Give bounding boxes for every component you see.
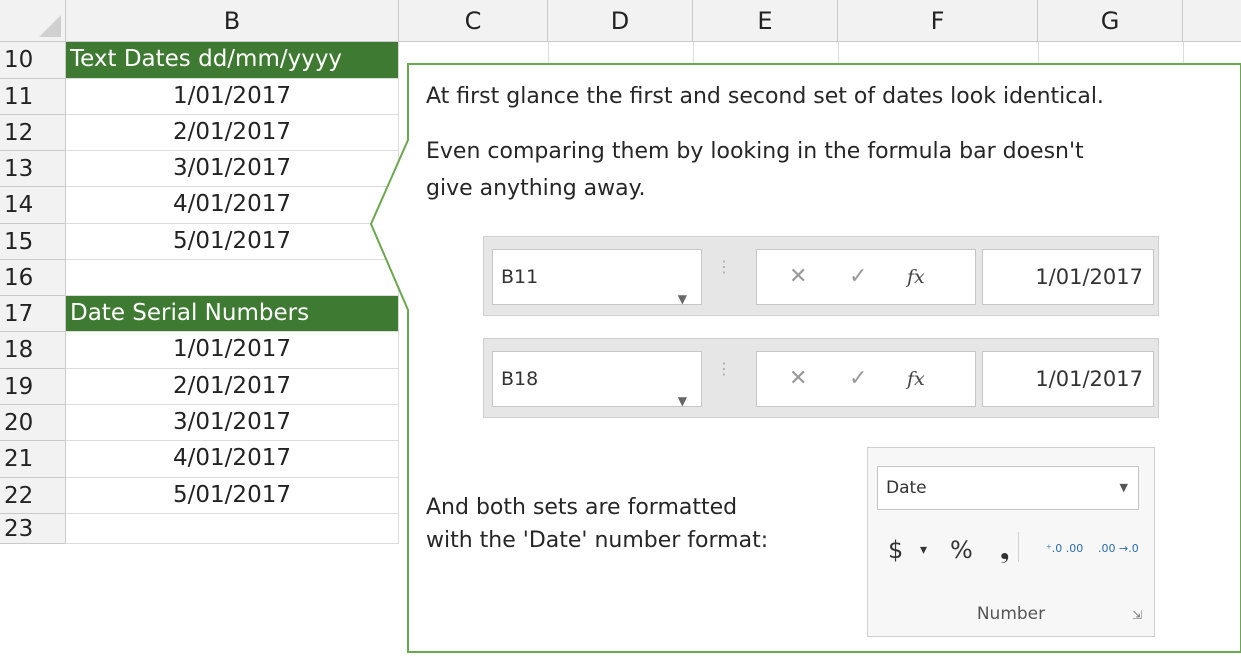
insert-function-icon[interactable]: fx [907,368,925,390]
percent-style-icon[interactable]: % [950,536,973,564]
dropdown-arrow-icon[interactable]: ▼ [678,272,687,326]
number-format-dropdown[interactable]: Date ▼ [877,466,1139,510]
enter-check-icon[interactable]: ✓ [849,264,867,289]
decrease-decimal-icon[interactable]: .00 →.0 [1098,542,1139,555]
formula-buttons: ✕ ✓ fx [756,351,976,407]
insert-function-icon[interactable]: fx [907,266,925,288]
chevron-down-icon[interactable]: ▼ [1120,467,1128,509]
formula-input[interactable]: 1/01/2017 [982,249,1154,305]
callout-line-5: with the 'Date' number format: [426,528,769,553]
name-box-value: B11 [501,266,539,288]
resize-dots-icon[interactable]: ⋮ [716,359,732,378]
number-format-group: Date ▼ $ ▾ % ❟ ⁺.0 .00 .00 →.0 Number ⇲ [867,447,1155,637]
callout-line-2: Even comparing them by looking in the fo… [426,139,1084,164]
enter-check-icon[interactable]: ✓ [849,366,867,391]
callout-line-1: At first glance the first and second set… [426,84,1104,109]
group-label: Number [976,604,1046,624]
comma-style-icon[interactable]: ❟ [1000,536,1009,564]
name-box-value: B18 [501,368,539,390]
formula-buttons: ✕ ✓ fx [756,249,976,305]
dialog-launcher-icon[interactable]: ⇲ [1132,608,1142,622]
currency-format-icon[interactable]: $ [888,536,903,564]
increase-decimal-icon[interactable]: ⁺.0 .00 [1046,542,1083,555]
name-box[interactable]: B11 ▼ [492,249,702,306]
formula-bar-1: B11 ▼ ⋮ ✕ ✓ fx 1/01/2017 [483,236,1159,316]
formula-bar-2: B18 ▼ ⋮ ✕ ✓ fx 1/01/2017 [483,338,1159,418]
name-box[interactable]: B18 ▼ [492,351,702,408]
callout-line-3: give anything away. [426,176,646,201]
dropdown-arrow-icon[interactable]: ▼ [678,374,687,428]
cancel-icon[interactable]: ✕ [789,264,807,289]
formula-input[interactable]: 1/01/2017 [982,351,1154,407]
number-format-value: Date [886,478,927,498]
cancel-icon[interactable]: ✕ [789,366,807,391]
separator [1018,532,1019,562]
resize-dots-icon[interactable]: ⋮ [716,257,732,276]
currency-dropdown-icon[interactable]: ▾ [920,542,927,558]
callout-line-4: And both sets are formatted [426,495,738,520]
